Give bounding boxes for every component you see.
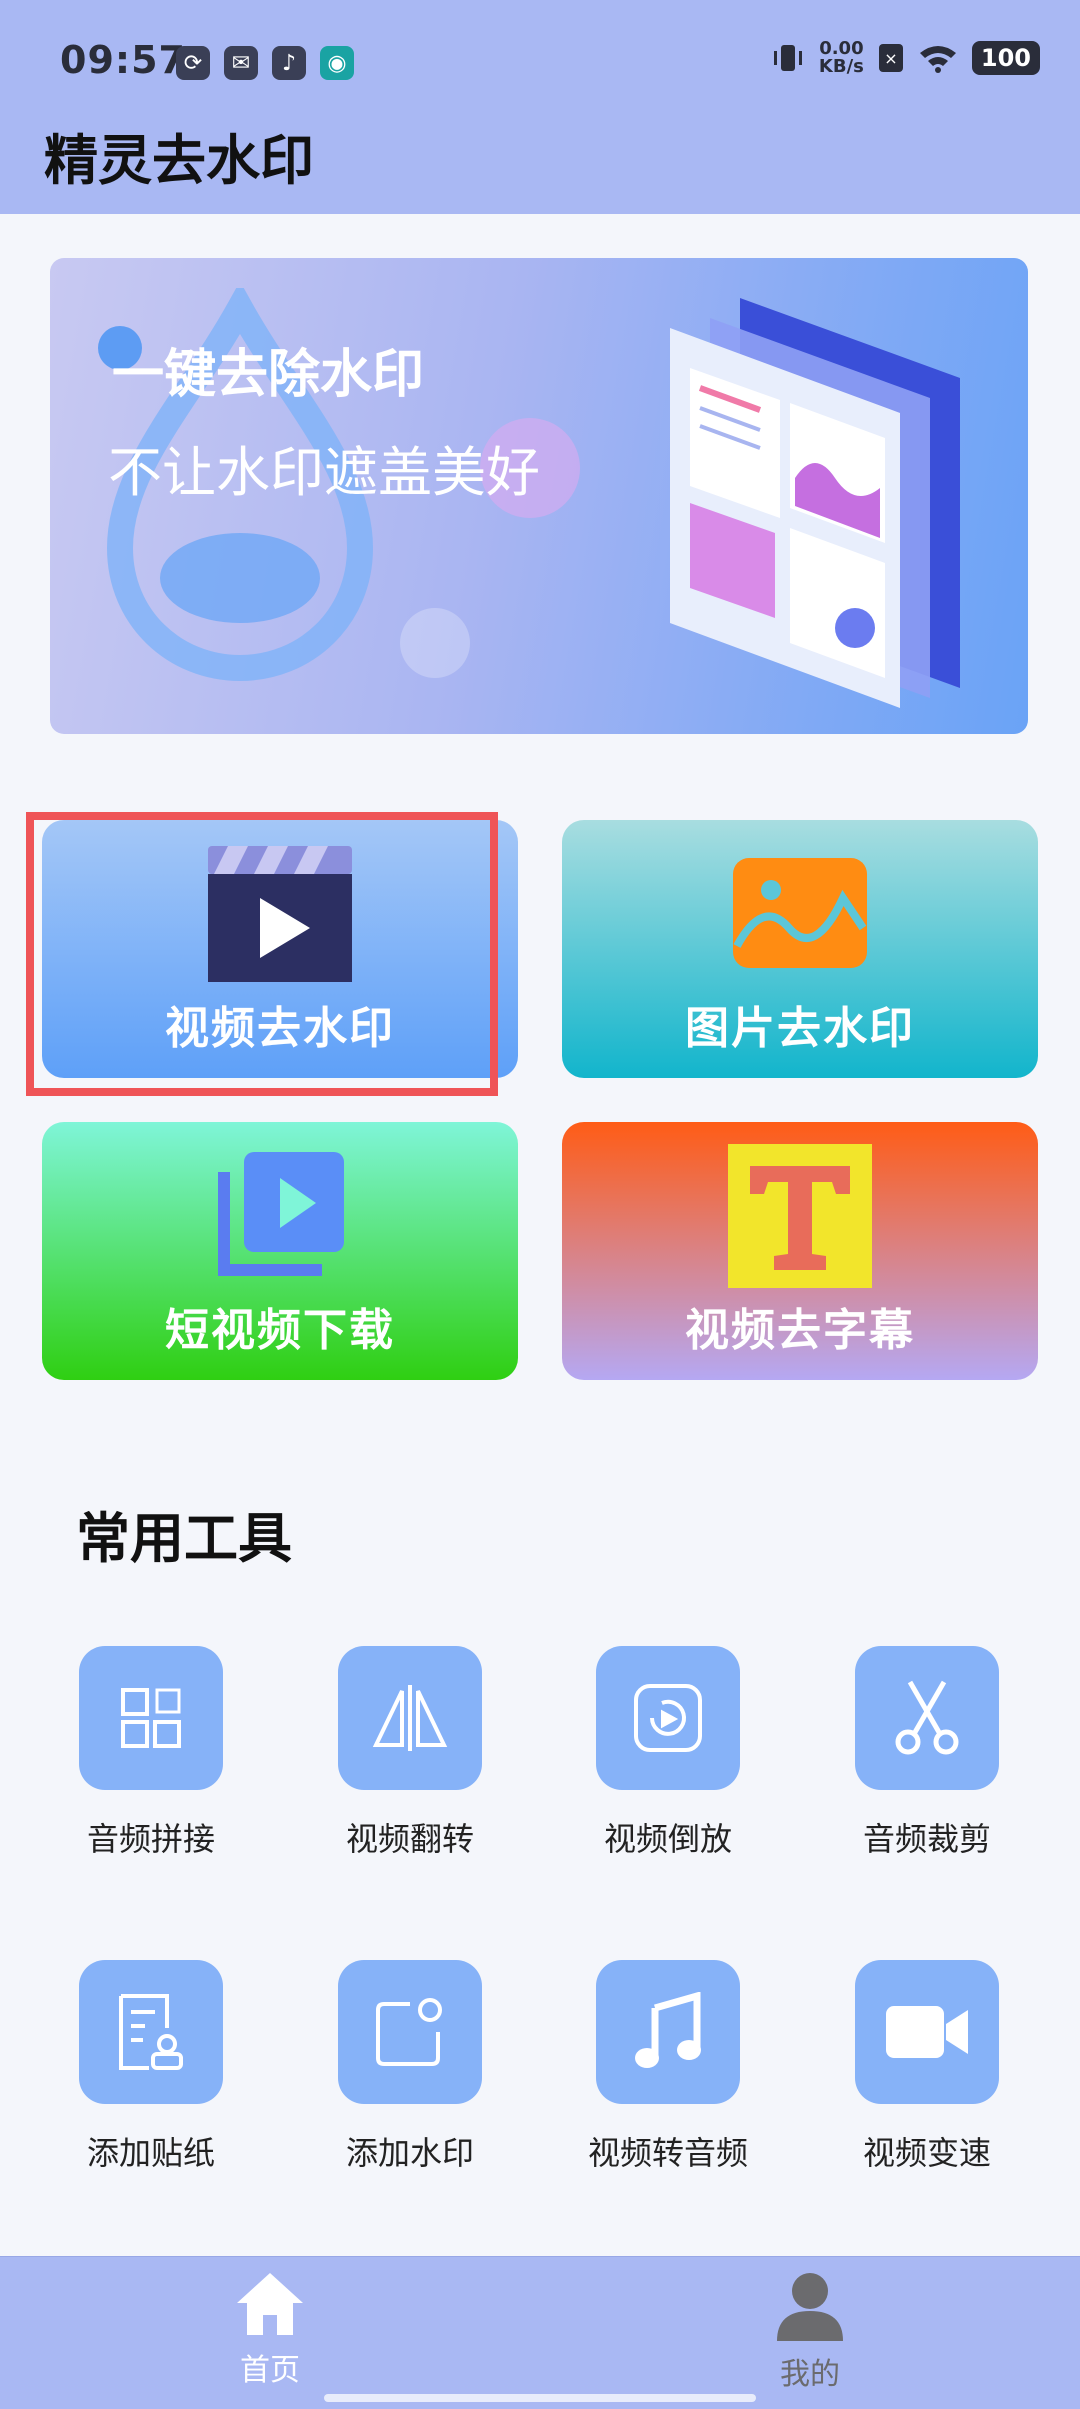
watermark-icon xyxy=(376,1998,442,2066)
tool-icon-box xyxy=(855,1646,999,1790)
wifi-icon xyxy=(919,46,956,73)
card-label: 视频去字幕 xyxy=(685,1305,915,1356)
user-icon xyxy=(777,2273,843,2341)
tiktok-icon: ♪ xyxy=(272,46,306,80)
battery-indicator: 100 xyxy=(971,41,1040,75)
text-t-icon xyxy=(728,1144,872,1288)
image-icon xyxy=(733,858,867,968)
tab-label: 我的 xyxy=(780,2357,840,2392)
tool-icon-box xyxy=(596,1960,740,2104)
tool-label: 视频翻转 xyxy=(345,1820,474,1858)
banner-subline: 不让水印遮盖美好 xyxy=(108,441,540,504)
tool-icon-box xyxy=(338,1960,482,2104)
scissors-icon xyxy=(895,1680,959,1755)
banner-headline: 一键去除水印 xyxy=(112,345,425,405)
tool-video-to-audio[interactable]: 视频转音频 xyxy=(578,1960,758,2174)
rewind-icon xyxy=(634,1684,702,1752)
tool-label: 添加贴纸 xyxy=(86,2134,215,2172)
tool-label: 视频转音频 xyxy=(587,2134,748,2172)
short-video-download-card[interactable]: 短视频下载 xyxy=(42,1122,518,1380)
app-icon: ◉ xyxy=(320,46,354,80)
decor-bubble xyxy=(400,608,470,678)
video-subtitle-removal-card[interactable]: 视频去字幕 xyxy=(562,1122,1038,1380)
card-label: 图片去水印 xyxy=(685,1003,915,1054)
tool-add-watermark[interactable]: 添加水印 xyxy=(320,1960,500,2174)
card-label: 短视频下载 xyxy=(165,1305,395,1356)
sim-off-icon: × xyxy=(878,44,903,72)
tab-mine[interactable]: 我的 xyxy=(740,2271,880,2393)
home-indicator xyxy=(324,2394,756,2402)
tool-label: 音频裁剪 xyxy=(862,1820,991,1858)
tool-label: 视频倒放 xyxy=(603,1820,732,1858)
bottom-tab-bar: 首页 我的 xyxy=(0,2256,1080,2409)
vibrate-icon xyxy=(773,45,802,71)
tool-audio-trim[interactable]: 音频裁剪 xyxy=(837,1646,1017,1860)
image-watermark-removal-card[interactable]: 图片去水印 xyxy=(562,820,1038,1078)
dashboard-illustration xyxy=(670,298,960,708)
tool-icon-box xyxy=(596,1646,740,1790)
status-time: 09:57 xyxy=(60,38,186,82)
tool-video-reverse[interactable]: 视频倒放 xyxy=(578,1646,758,1860)
home-icon xyxy=(237,2273,303,2335)
notification-icons: ⟳ ✉ ♪ ◉ xyxy=(176,46,354,80)
tool-icon-box xyxy=(79,1960,223,2104)
tool-label: 音频拼接 xyxy=(86,1820,215,1858)
promo-banner[interactable]: 一键去除水印 不让水印遮盖美好 xyxy=(50,258,1028,734)
flip-icon xyxy=(372,1685,448,1751)
sticker-icon xyxy=(119,1994,183,2070)
tools-section-title: 常用工具 xyxy=(76,1507,292,1570)
tool-label: 添加水印 xyxy=(345,2134,474,2172)
tool-icon-box xyxy=(855,1960,999,2104)
video-download-icon xyxy=(218,1152,344,1276)
tab-home[interactable]: 首页 xyxy=(200,2271,340,2389)
selection-highlight xyxy=(26,812,498,1096)
tool-audio-merge[interactable]: 音频拼接 xyxy=(61,1646,241,1860)
status-bar: 09:57 ⟳ ✉ ♪ ◉ 0.00 KB/s × 100 xyxy=(0,0,1080,120)
net-speed: 0.00 KB/s xyxy=(819,40,864,76)
svg-text:×: × xyxy=(884,49,897,68)
sync-icon: ⟳ xyxy=(176,46,210,80)
net-speed-unit: KB/s xyxy=(818,56,864,77)
tool-icon-box xyxy=(338,1646,482,1790)
music-icon xyxy=(635,1992,701,2068)
tool-video-speed[interactable]: 视频变速 xyxy=(837,1960,1017,2174)
page-title: 精灵去水印 xyxy=(44,129,314,192)
message-icon: ✉ xyxy=(224,46,258,80)
camera-icon xyxy=(886,2006,968,2058)
tool-label: 视频变速 xyxy=(862,2134,991,2172)
tool-add-sticker[interactable]: 添加贴纸 xyxy=(61,1960,241,2174)
tab-label: 首页 xyxy=(240,2353,300,2388)
tool-video-flip[interactable]: 视频翻转 xyxy=(320,1646,500,1860)
tool-icon-box xyxy=(79,1646,223,1790)
grid-icon xyxy=(121,1688,181,1748)
system-status: 0.00 KB/s × 100 xyxy=(771,40,1040,76)
